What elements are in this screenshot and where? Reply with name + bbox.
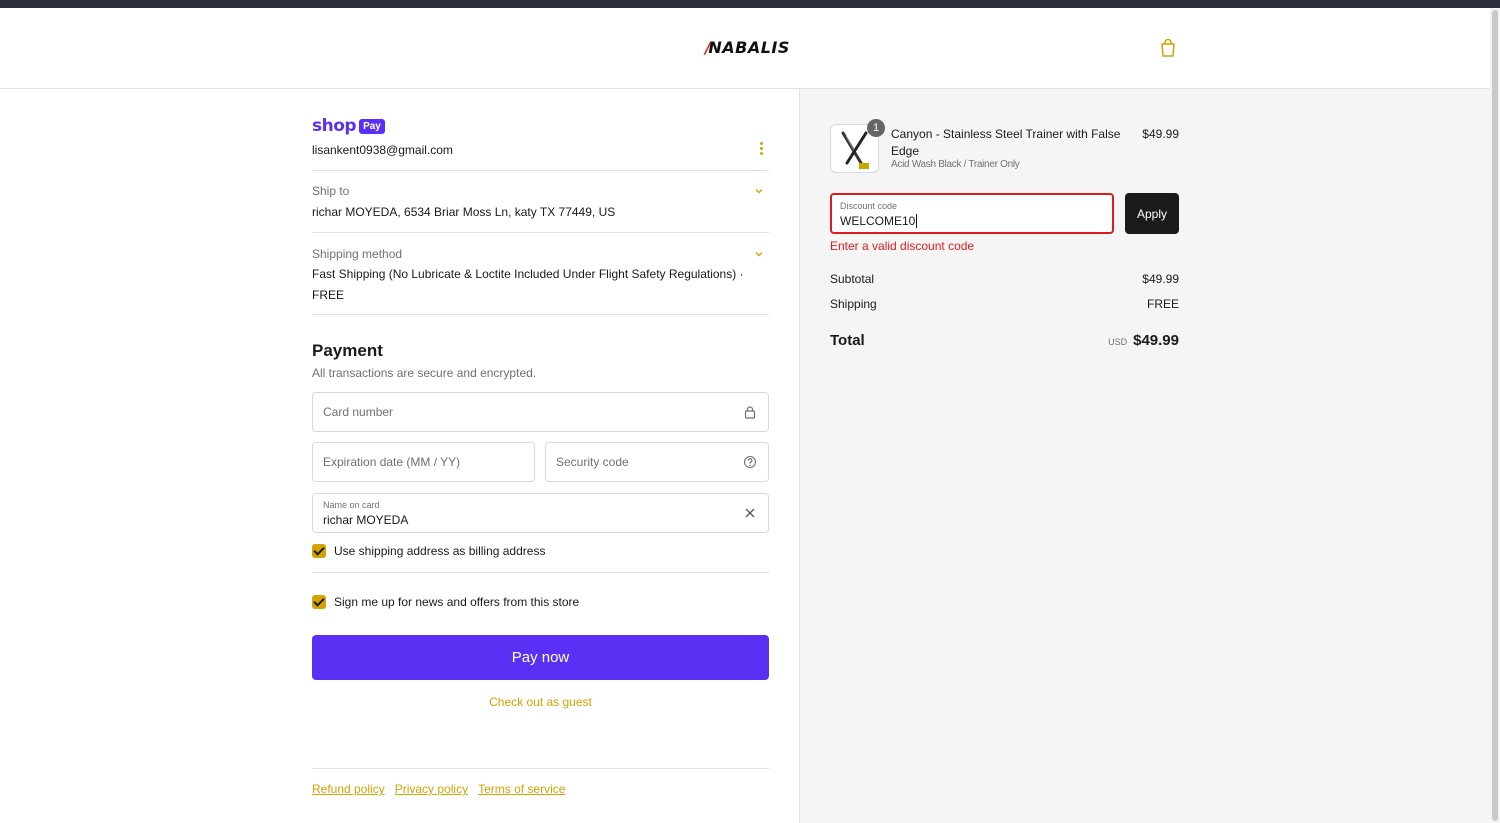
shop-word: shop [312,116,357,136]
billing-address-option[interactable]: Use shipping address as billing address [312,544,545,558]
ship-to-label: Ship to [312,184,350,198]
product-name: Canyon - Stainless Steel Trainer with Fa… [891,127,1121,158]
billing-checkbox-label: Use shipping address as billing address [334,544,546,558]
pay-now-button[interactable]: Pay now [312,635,769,680]
check-out-as-guest-link[interactable]: Check out as guest [0,695,1081,709]
refund-policy-link[interactable]: Refund policy [312,782,385,796]
name-on-card-field[interactable]: Name on card richar MOYEDA [312,493,769,533]
pay-badge: Pay [359,118,385,134]
product-variant: Acid Wash Black / Trainer Only [891,159,1020,170]
footer-links: Refund policy Privacy policy Terms of se… [312,782,565,796]
discount-code-value: WELCOME10 [840,214,918,228]
shipping-value: FREE [1146,297,1179,311]
chevron-down-icon[interactable] [754,249,764,259]
newsletter-checkbox[interactable] [312,595,326,609]
divider [312,768,769,769]
divider [312,314,769,315]
lock-icon [744,406,756,419]
card-number-field[interactable]: Card number [312,392,769,432]
privacy-policy-link[interactable]: Privacy policy [395,782,468,796]
shipping-label: Shipping [830,297,877,311]
shopping-bag-icon[interactable] [1160,39,1176,57]
product-price: $49.99 [1142,127,1179,141]
total-label: Total [830,332,865,349]
ship-to-address: richar MOYEDA, 6534 Briar Moss Ln, katy … [312,205,616,219]
subtotal-label: Subtotal [830,272,875,286]
name-on-card-label: Name on card [323,500,380,510]
billing-checkbox[interactable] [312,544,326,558]
expiration-date-field[interactable]: Expiration date (MM / YY) [312,442,535,482]
security-code-field[interactable]: Security code [545,442,769,482]
contact-email: lisankent0938@gmail.com [312,143,453,157]
top-bar [0,0,1500,8]
scrollbar[interactable] [1490,8,1500,823]
card-number-placeholder: Card number [323,405,394,419]
total-amount: USD $49.99 [1040,332,1179,350]
discount-code-input[interactable]: Discount code WELCOME10 [830,193,1114,234]
subtotal-value: $49.99 [1142,272,1179,286]
total-value: $49.99 [1133,332,1179,349]
discount-code-label: Discount code [840,201,898,211]
security-code-placeholder: Security code [556,455,629,469]
divider [312,572,769,573]
newsletter-checkbox-label: Sign me up for news and offers from this… [334,595,580,609]
name-on-card-value: richar MOYEDA [323,513,409,527]
newsletter-option[interactable]: Sign me up for news and offers from this… [312,595,579,609]
clear-icon[interactable] [743,506,757,520]
divider [312,232,769,233]
kebab-menu-icon[interactable] [756,141,766,157]
quantity-badge: 1 [867,119,885,137]
site-header: /NABALIS [0,8,1490,89]
expiration-placeholder: Expiration date (MM / YY) [323,455,461,469]
apply-discount-button[interactable]: Apply [1125,193,1179,234]
divider [312,170,769,171]
shipping-method-label: Shipping method [312,247,403,261]
currency-code: USD [1108,337,1128,347]
chevron-down-icon[interactable] [754,186,764,196]
brand-logo[interactable]: /NABALIS [705,38,790,57]
discount-error-message: Enter a valid discount code [830,239,975,253]
shop-pay-logo: shop Pay [312,116,385,136]
terms-of-service-link[interactable]: Terms of service [478,782,565,796]
payment-title: Payment [312,341,383,360]
help-icon[interactable] [743,455,757,469]
payment-subtitle: All transactions are secure and encrypte… [312,366,537,380]
shipping-method-value: Fast Shipping (No Lubricate & Loctite In… [312,267,744,302]
scrollbar-thumb[interactable] [1492,10,1498,821]
